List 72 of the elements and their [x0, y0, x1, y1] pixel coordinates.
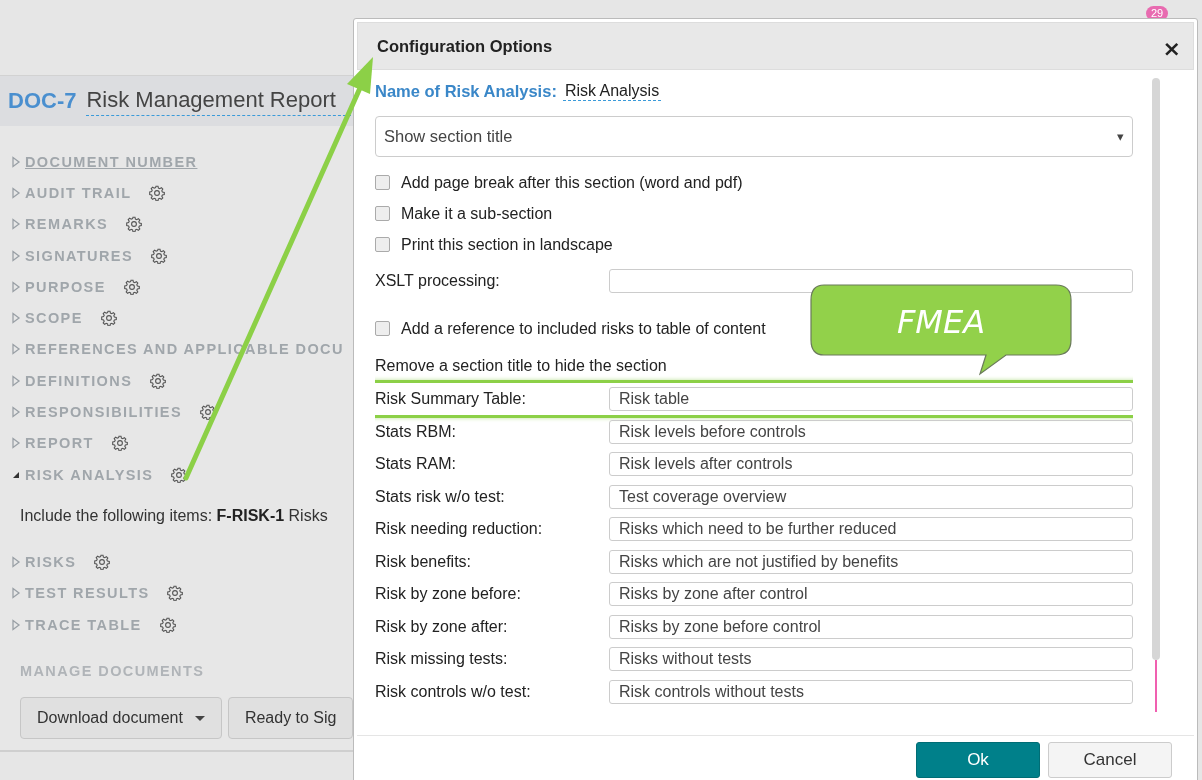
ready-button[interactable]: Ready to Sig — [227, 697, 353, 740]
name-field[interactable]: Risk Analysis — [562, 81, 662, 101]
expand-icon[interactable] — [11, 312, 21, 325]
gear-icon[interactable] — [171, 466, 188, 483]
input-field[interactable]: Test coverage overview — [609, 484, 1133, 509]
gear-icon[interactable] — [94, 553, 111, 570]
input-field[interactable]: Risk table — [609, 387, 1133, 411]
input-field[interactable]: Risk levels before controls — [609, 419, 1133, 444]
expand-icon[interactable] — [11, 618, 21, 631]
dropdown-value: Show section title — [384, 127, 513, 146]
checkbox-label: Add a reference to included risks to table of content — [401, 319, 766, 338]
document-title[interactable]: Risk Management Report — [86, 86, 352, 116]
field-label: Stats RAM: — [375, 455, 457, 473]
hint-text: Remove a section title to hide the section — [375, 356, 668, 376]
input-field[interactable]: Risks by zone before control — [609, 614, 1133, 639]
gear-icon[interactable] — [126, 216, 143, 233]
expand-icon[interactable] — [11, 374, 21, 387]
field-label: XSLT processing: — [375, 272, 501, 290]
input-field[interactable]: Risks which need to be further reduced — [609, 517, 1133, 541]
dialog-title: Configuration Options — [377, 36, 553, 56]
expand-icon[interactable] — [11, 343, 21, 356]
gear-icon[interactable] — [199, 404, 216, 420]
input-field[interactable]: Risks by zone after control — [609, 582, 1133, 606]
field-label: Stats risk w/o test: — [375, 487, 506, 506]
expand-icon[interactable] — [11, 406, 21, 418]
gear-icon[interactable] — [111, 435, 128, 452]
cancel-button[interactable]: Cancel — [1048, 742, 1172, 778]
gear-icon[interactable] — [100, 310, 117, 327]
checkbox[interactable] — [375, 321, 390, 336]
input-field[interactable]: Risks which are not justified by benefits — [609, 549, 1133, 574]
download-button[interactable]: Download document — [20, 697, 222, 740]
title-dropdown[interactable]: Show section title ▾ — [375, 116, 1133, 157]
caret-icon: ▾ — [1117, 129, 1124, 144]
document-id: DOC-7 — [8, 88, 77, 114]
expand-icon[interactable] — [11, 437, 21, 450]
ok-button[interactable]: Ok — [916, 742, 1040, 778]
gear-icon[interactable] — [167, 585, 184, 602]
gear-icon[interactable] — [123, 278, 140, 295]
field-label: Risk by zone after: — [375, 617, 509, 636]
expand-icon[interactable] — [11, 218, 21, 231]
expand-icon[interactable] — [11, 280, 21, 293]
expand-icon[interactable] — [11, 155, 21, 168]
gear-icon[interactable] — [150, 372, 167, 389]
input-field[interactable]: Risk levels after controls — [609, 452, 1133, 476]
field-label: Name of Risk Analysis: — [375, 81, 557, 101]
expand-icon[interactable] — [11, 249, 21, 262]
close-button[interactable]: × — [1158, 38, 1185, 60]
input-field[interactable]: Risks without tests — [609, 647, 1133, 671]
field-label: Risk by zone before: — [375, 585, 522, 603]
caret-icon — [194, 715, 205, 721]
callout-text: FMEA — [896, 303, 986, 341]
field-label: Risk benefits: — [375, 552, 473, 571]
expand-icon[interactable] — [11, 555, 21, 568]
field-label: Risk needing reduction: — [375, 520, 544, 538]
checkbox-label: Print this section in landscape — [401, 235, 613, 254]
input-field[interactable]: Risk controls without tests — [609, 679, 1133, 704]
field-label: Risk missing tests: — [375, 650, 509, 668]
checkbox[interactable] — [375, 237, 390, 252]
expand-icon[interactable] — [11, 186, 21, 199]
field-label: Stats RBM: — [375, 422, 457, 441]
checkbox-label: Make it a sub-section — [401, 204, 553, 223]
checkbox[interactable] — [375, 175, 390, 190]
checkbox-label: Add page break after this section (word and pdf) — [401, 173, 743, 192]
expand-icon[interactable] — [11, 587, 21, 600]
scrollbar[interactable] — [1152, 78, 1160, 712]
section-content: Include the following items: F-RISK-1 Risks — [20, 506, 329, 527]
field-label: Risk controls w/o test: — [375, 682, 532, 701]
field-label: Risk Summary Table: — [375, 390, 527, 408]
gear-icon[interactable] — [159, 616, 176, 633]
gear-icon[interactable] — [149, 184, 166, 201]
gear-icon[interactable] — [151, 247, 167, 264]
checkbox[interactable] — [375, 206, 390, 221]
